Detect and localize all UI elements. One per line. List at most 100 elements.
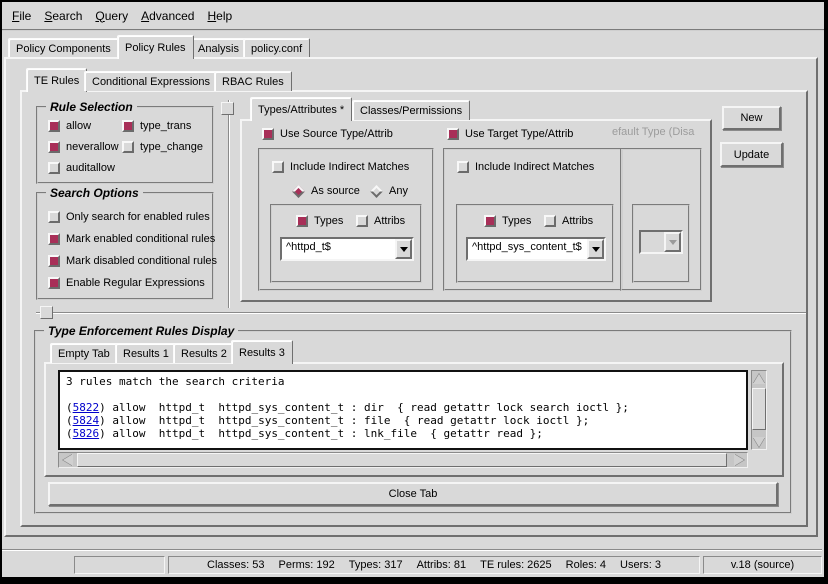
radio-any[interactable]: Any	[370, 185, 408, 197]
checkbox-indicator[interactable]	[48, 211, 60, 223]
combo-arrow-icon[interactable]	[395, 239, 412, 259]
checkbox-only-enabled[interactable]: Only search for enabled rules	[48, 211, 210, 223]
checkbox-label: allow	[66, 120, 91, 132]
rule-line: (5824) allow httpd_t httpd_sys_content_t…	[66, 414, 746, 427]
horizontal-sash[interactable]	[36, 312, 806, 314]
results-hscrollbar[interactable]	[58, 452, 748, 468]
update-button[interactable]: Update	[720, 142, 783, 167]
checkbox-label: Include Indirect Matches	[475, 161, 594, 173]
checkbox-indicator[interactable]	[484, 215, 496, 227]
stat-types: Types: 317	[349, 559, 403, 571]
default-type-inner-frame	[632, 204, 690, 283]
statusbar-separator	[2, 549, 822, 551]
checkbox-use-source[interactable]: Use Source Type/Attrib	[262, 128, 393, 140]
search-options-title: Search Options	[46, 186, 143, 200]
statusbar-version: v.18 (source)	[703, 556, 822, 574]
checkbox-use-target[interactable]: Use Target Type/Attrib	[447, 128, 573, 140]
apol-window: File Search Query Advanced Help Policy C…	[0, 0, 828, 584]
checkbox-label: type_trans	[140, 120, 191, 132]
hscroll-thumb[interactable]	[77, 453, 727, 467]
vertical-sash[interactable]	[228, 100, 230, 308]
checkbox-indicator[interactable]	[356, 215, 368, 227]
checkbox-label: Attribs	[374, 215, 405, 227]
checkbox-indicator[interactable]	[122, 141, 134, 153]
checkbox-mark-enabled[interactable]: Mark enabled conditional rules	[48, 233, 215, 245]
rule-id-link[interactable]: 5824	[73, 414, 100, 427]
stat-perms: Perms: 192	[279, 559, 335, 571]
scroll-right-icon[interactable]	[731, 453, 746, 467]
checkbox-label: Mark enabled conditional rules	[66, 233, 215, 245]
checkbox-source-attribs[interactable]: Attribs	[356, 215, 405, 227]
checkbox-indicator[interactable]	[544, 215, 556, 227]
scroll-up-icon[interactable]	[752, 371, 766, 386]
radio-indicator[interactable]	[292, 185, 305, 198]
checkbox-indicator[interactable]	[48, 277, 60, 289]
checkbox-indicator[interactable]	[272, 161, 284, 173]
rule-id-link[interactable]: 5822	[73, 401, 100, 414]
results-summary: 3 rules match the search criteria	[66, 375, 746, 388]
tab-classes-permissions[interactable]: Classes/Permissions	[352, 100, 470, 120]
checkbox-indicator[interactable]	[296, 215, 308, 227]
close-tab-button[interactable]: Close Tab	[48, 482, 778, 506]
checkbox-label: Use Target Type/Attrib	[465, 128, 573, 140]
radio-as-source[interactable]: As source	[292, 185, 360, 197]
checkbox-auditallow[interactable]: auditallow	[48, 162, 115, 174]
results-vscrollbar[interactable]	[751, 370, 767, 450]
tab-results-3[interactable]: Results 3	[231, 340, 293, 364]
rule-id-link[interactable]: 5826	[73, 427, 100, 440]
checkbox-mark-disabled[interactable]: Mark disabled conditional rules	[48, 255, 217, 267]
checkbox-indicator[interactable]	[48, 120, 60, 132]
checkbox-indicator[interactable]	[48, 141, 60, 153]
tab-types-attributes[interactable]: Types/Attributes *	[250, 97, 352, 121]
checkbox-neverallow[interactable]: neverallow	[48, 141, 119, 153]
checkbox-label: Use Source Type/Attrib	[280, 128, 393, 140]
checkbox-indicator[interactable]	[48, 162, 60, 174]
new-button[interactable]: New	[722, 106, 781, 130]
checkbox-indicator[interactable]	[457, 161, 469, 173]
rule-selection-title: Rule Selection	[46, 100, 137, 114]
checkbox-allow[interactable]: allow	[48, 120, 91, 132]
statusbar-stats: Classes: 53 Perms: 192 Types: 317 Attrib…	[168, 556, 700, 574]
rule-line: (5822) allow httpd_t httpd_sys_content_t…	[66, 401, 746, 414]
search-options-group: Search Options Only search for enabled r…	[36, 192, 214, 300]
checkbox-label: Types	[314, 215, 343, 227]
stat-te-rules: TE rules: 2625	[480, 559, 552, 571]
checkbox-indicator[interactable]	[447, 128, 459, 140]
checkbox-indicator[interactable]	[262, 128, 274, 140]
combo-arrow-icon[interactable]	[587, 239, 604, 259]
checkbox-type-trans[interactable]: type_trans	[122, 120, 191, 132]
results-text-area[interactable]: 3 rules match the search criteria (5822)…	[58, 370, 748, 450]
checkbox-indicator[interactable]	[48, 233, 60, 245]
checkbox-source-indirect[interactable]: Include Indirect Matches	[272, 161, 409, 173]
tab-empty[interactable]: Empty Tab	[50, 343, 118, 363]
stat-roles: Roles: 4	[566, 559, 606, 571]
horizontal-sash-handle[interactable]	[40, 306, 53, 319]
checkbox-label: Include Indirect Matches	[290, 161, 409, 173]
tab-results-1[interactable]: Results 1	[115, 343, 177, 363]
checkbox-target-types[interactable]: Types	[484, 215, 531, 227]
target-type-combobox[interactable]: ^httpd_sys_content_t$	[466, 237, 606, 261]
radio-label: As source	[311, 185, 360, 197]
stat-classes: Classes: 53	[207, 559, 264, 571]
checkbox-regex[interactable]: Enable Regular Expressions	[48, 277, 205, 289]
combobox-value[interactable]: ^httpd_sys_content_t$	[468, 239, 587, 259]
checkbox-label: Types	[502, 215, 531, 227]
target-types-frame: Types Attribs ^httpd_sys_content_t$	[456, 204, 614, 283]
source-type-combobox[interactable]: ^httpd_t$	[280, 237, 414, 261]
scroll-left-icon[interactable]	[60, 453, 75, 467]
checkbox-indicator[interactable]	[122, 120, 134, 132]
combobox-value[interactable]: ^httpd_t$	[282, 239, 395, 259]
checkbox-source-types[interactable]: Types	[296, 215, 343, 227]
checkbox-type-change[interactable]: type_change	[122, 141, 203, 153]
checkbox-label: auditallow	[66, 162, 115, 174]
scroll-down-icon[interactable]	[752, 434, 766, 449]
te-display-title: Type Enforcement Rules Display	[44, 324, 238, 338]
checkbox-target-indirect[interactable]: Include Indirect Matches	[457, 161, 594, 173]
tab-results-2[interactable]: Results 2	[173, 343, 235, 363]
vscroll-thumb[interactable]	[752, 388, 766, 430]
checkbox-target-attribs[interactable]: Attribs	[544, 215, 593, 227]
radio-indicator[interactable]	[370, 185, 383, 198]
checkbox-indicator[interactable]	[48, 255, 60, 267]
checkbox-label: Mark disabled conditional rules	[66, 255, 217, 267]
vertical-sash-handle[interactable]	[221, 102, 234, 115]
